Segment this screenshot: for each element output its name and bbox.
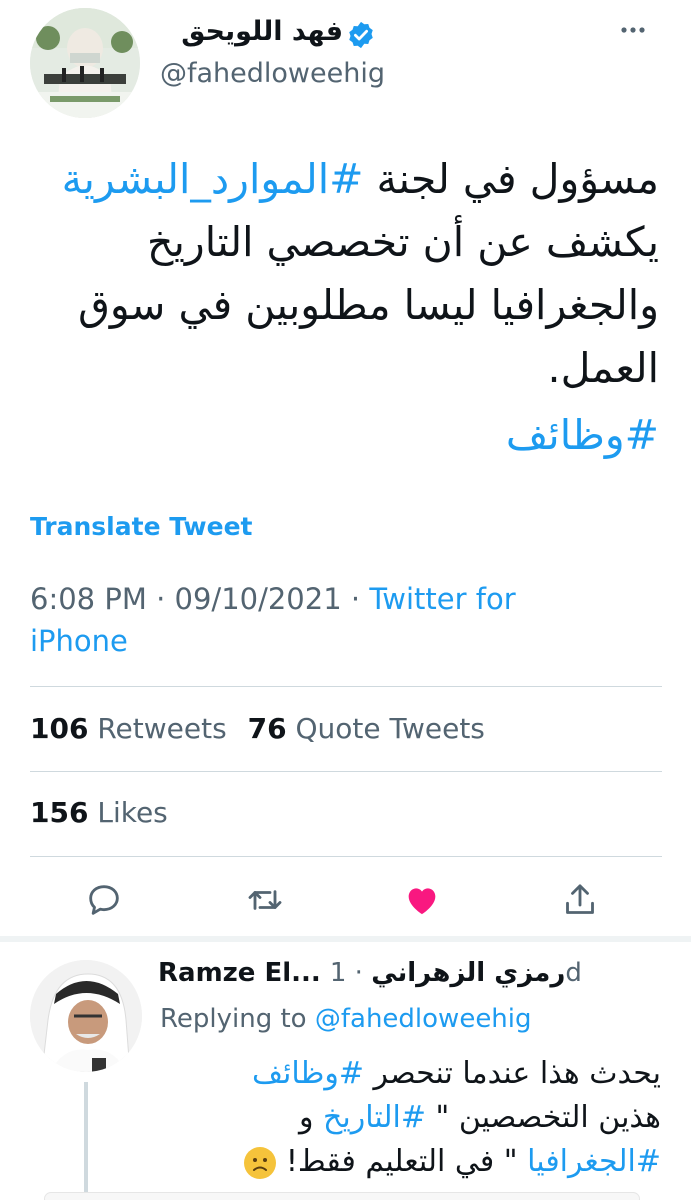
divider (30, 686, 662, 687)
thread-connector-line (84, 1082, 88, 1200)
divider (30, 771, 662, 772)
engagement-stats: 106 Retweets 76 Quote Tweets (30, 712, 485, 745)
retweets-stat[interactable]: 106 Retweets (30, 712, 227, 745)
replying-label: Replying to (160, 1004, 307, 1034)
tweet-time[interactable]: 6:08 PM (30, 582, 147, 616)
reply-text-segment: و (298, 1100, 323, 1135)
retweets-label: Retweets (97, 712, 227, 745)
divider (30, 856, 662, 857)
meta-separator: · (350, 582, 361, 616)
quote-tweets-label: Quote Tweets (295, 712, 485, 745)
reply-icon[interactable] (84, 880, 124, 920)
tweet-date[interactable]: 09/10/2021 (175, 582, 342, 616)
reply-text-segment: هذين التخصصين " (426, 1100, 661, 1135)
more-horizontal-icon[interactable] (618, 18, 648, 42)
hashtag-link[interactable]: #وظائف (506, 410, 659, 460)
tweet-text-line: العمل. (547, 344, 659, 392)
hashtag-link[interactable]: #وظائف (252, 1056, 364, 1091)
tweet-source-line1: Twitter for (369, 582, 516, 616)
meta-separator: · (156, 582, 166, 616)
tweet-timestamp: 6:08 PM · 09/10/2021 · Twitter for iPhone (30, 578, 650, 662)
retweet-icon[interactable] (245, 880, 285, 920)
frowning-face-emoji-icon (244, 1146, 277, 1179)
tweet-text-line: والجغرافيا ليسا مطلوبين في سوق (78, 281, 659, 329)
translate-tweet-link[interactable]: Translate Tweet (30, 512, 253, 541)
hashtag-link[interactable]: #التاريخ (323, 1100, 426, 1135)
section-separator (0, 936, 691, 942)
tweet-text-line: مسؤول في لجنة #الموارد_البشرية (29, 148, 659, 211)
tweet-text-line: يكشف عن أن تخصصي التاريخ (147, 218, 659, 266)
verified-badge-icon (349, 21, 373, 49)
hashtag-link[interactable]: #الجغرافيا (527, 1144, 661, 1179)
likes-count: 156 (30, 796, 89, 829)
quote-tweets-count: 76 (247, 712, 287, 745)
tweet-text-segment: مسؤول في لجنة (363, 155, 659, 203)
tweet-detail-page: فهد اللويحق @fahedloweehig مسؤول في لجنة… (0, 0, 691, 1200)
reply-text: يحدث هذا عندما تنحصر #وظائف هذين التخصصي… (161, 1052, 661, 1184)
bottom-input-bar[interactable] (44, 1192, 640, 1200)
reply-text-segment: " في التعليم فقط! (285, 1144, 528, 1179)
heart-filled-icon[interactable] (402, 880, 442, 920)
share-icon[interactable] (560, 880, 600, 920)
replying-handle-link[interactable]: @fahedloweehig (315, 1004, 532, 1034)
author-avatar-photo (30, 8, 140, 118)
likes-label: Likes (97, 796, 168, 829)
reply-text-line: #الجغرافيا " في التعليم فقط! (161, 1140, 661, 1184)
reply-author-avatar[interactable] (30, 960, 142, 1072)
quote-tweets-stat[interactable]: 76 Quote Tweets (248, 712, 485, 745)
reply-header: Ramze El... رمزي الزهراني · 1d (158, 958, 658, 988)
reply-text-segment: يحدث هذا عندما تنحصر (364, 1056, 661, 1091)
tweet-source-line2: iPhone (30, 624, 128, 658)
retweets-count: 106 (30, 712, 89, 745)
reply-text-line: هذين التخصصين " #التاريخ و (161, 1096, 661, 1140)
hashtag-link[interactable]: #الموارد_البشرية (62, 155, 364, 203)
reply-avatar-photo (30, 960, 142, 1072)
author-handle[interactable]: @fahedloweehig (160, 58, 385, 89)
tweet-text: مسؤول في لجنة #الموارد_البشرية يكشف عن أ… (29, 148, 659, 400)
reply-text-line: يحدث هذا عندما تنحصر #وظائف (161, 1052, 661, 1096)
likes-stat[interactable]: 156 Likes (30, 796, 168, 829)
replying-to: Replying to @fahedloweehig (160, 1004, 532, 1034)
author-name[interactable]: فهد اللويحق (181, 16, 343, 47)
reply-separator: · (354, 958, 363, 988)
author-avatar[interactable] (30, 8, 140, 118)
